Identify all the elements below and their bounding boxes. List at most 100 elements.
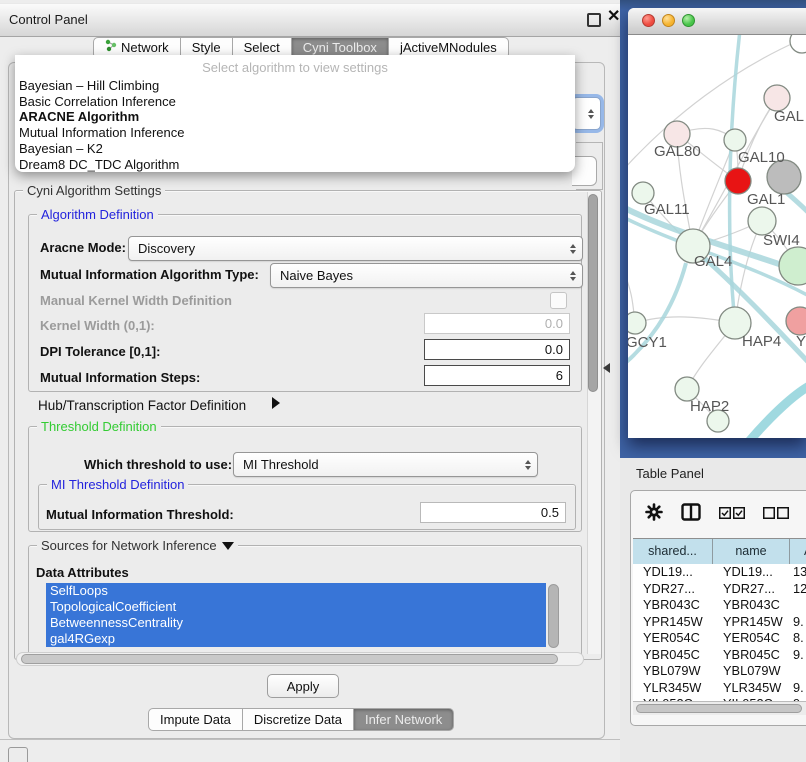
label-gal4: GAL4 bbox=[694, 253, 732, 270]
table-panel: shared... name A YDL19...YDL19...13 YDR2… bbox=[630, 490, 806, 726]
kernel-width-input[interactable] bbox=[424, 313, 570, 334]
mi-algorithm-type-label: Mutual Information Algorithm Type: bbox=[40, 267, 259, 282]
mi-algorithm-type-select[interactable]: Naive Bayes bbox=[270, 263, 583, 288]
screen: Control Panel ✕ Network Style Select Cyn… bbox=[0, 0, 806, 762]
data-attributes-label: Data Attributes bbox=[36, 565, 129, 580]
node-salmon[interactable] bbox=[786, 307, 806, 335]
close-window-button[interactable] bbox=[642, 14, 655, 27]
table-panel-title: Table Panel bbox=[636, 466, 704, 481]
label-hap2: HAP2 bbox=[690, 398, 729, 415]
spinner-arrows-icon bbox=[525, 460, 531, 470]
aracne-mode-label: Aracne Mode: bbox=[40, 240, 126, 255]
inference-algorithm-combo-fragment[interactable] bbox=[572, 97, 601, 130]
hub-definition-label: Hub/Transcription Factor Definition bbox=[38, 398, 246, 413]
table-row[interactable]: YDR27...YDR27...12 bbox=[633, 581, 806, 598]
dpi-tolerance-label: DPI Tolerance [0,1]: bbox=[40, 344, 160, 359]
table-row[interactable]: YBR045CYBR045C9. bbox=[633, 647, 806, 664]
mi-steps-input[interactable] bbox=[424, 365, 570, 386]
node-gal1[interactable] bbox=[748, 207, 776, 235]
unchecked-pair-icon[interactable] bbox=[763, 506, 789, 524]
close-icon[interactable]: ✕ bbox=[607, 6, 620, 26]
algorithm-dropdown-popup: Select algorithm to view settings Bayesi… bbox=[15, 55, 575, 172]
label-gal11: GAL11 bbox=[644, 201, 690, 218]
table-row[interactable]: YBL079WYBL079W bbox=[633, 663, 806, 680]
settings-scrollbar-thumb[interactable] bbox=[588, 194, 598, 392]
attribute-item[interactable]: TopologicalCoefficient bbox=[46, 599, 546, 615]
which-threshold-label: Which threshold to use: bbox=[84, 457, 232, 472]
network-window-titlebar[interactable] bbox=[628, 8, 806, 35]
table-row[interactable]: YLR345WYLR345W9. bbox=[633, 680, 806, 697]
bottom-tabstrip: Impute Data Discretize Data Infer Networ… bbox=[148, 708, 454, 731]
threshold-definition-title: Threshold Definition bbox=[37, 419, 161, 434]
mi-steps-label: Mutual Information Steps: bbox=[40, 370, 200, 385]
apply-button[interactable]: Apply bbox=[267, 674, 339, 698]
float-window-icon[interactable] bbox=[587, 13, 601, 27]
panel-collapse-arrow-icon[interactable] bbox=[603, 363, 610, 373]
mi-threshold-input[interactable] bbox=[420, 502, 566, 523]
node-partial-top[interactable] bbox=[790, 35, 806, 53]
column-header-shared-name[interactable]: shared... bbox=[633, 539, 713, 565]
network-canvas[interactable]: GAL GAL80 GAL10 GAL1 GAL11 GAL4 SWI4 GCY… bbox=[628, 35, 806, 438]
aracne-mode-value: Discovery bbox=[138, 241, 195, 256]
manual-kernel-width-label: Manual Kernel Width Definition bbox=[40, 293, 232, 308]
cyni-algorithm-settings-title: Cyni Algorithm Settings bbox=[23, 183, 165, 198]
tab-impute-data[interactable]: Impute Data bbox=[148, 708, 243, 731]
algorithm-option[interactable]: Mutual Information Inference bbox=[15, 125, 575, 141]
attribute-item[interactable]: BetweennessCentrality bbox=[46, 615, 546, 631]
table-header-row: shared... name A bbox=[633, 538, 806, 566]
zoom-window-button[interactable] bbox=[682, 14, 695, 27]
mi-algorithm-type-value: Naive Bayes bbox=[280, 268, 353, 283]
mi-threshold-label: Mutual Information Threshold: bbox=[46, 507, 234, 522]
algorithm-option[interactable]: Bayesian – Hill Climbing bbox=[15, 78, 575, 94]
label-gal80: GAL80 bbox=[654, 143, 701, 160]
algorithm-option[interactable]: Basic Correlation Inference bbox=[15, 94, 575, 110]
label-y-partial: Y bbox=[796, 333, 806, 350]
minimize-window-button[interactable] bbox=[662, 14, 675, 27]
tab-discretize-data[interactable]: Discretize Data bbox=[243, 708, 354, 731]
table-row[interactable]: YER054CYER054C8. bbox=[633, 630, 806, 647]
algorithm-option[interactable]: Bayesian – K2 bbox=[15, 141, 575, 157]
algorithm-option-highlighted[interactable]: ARACNE Algorithm bbox=[15, 109, 575, 125]
dpi-tolerance-input[interactable] bbox=[424, 339, 570, 360]
settings-hscrollbar-thumb[interactable] bbox=[21, 654, 558, 664]
label-gal-partial: GAL bbox=[774, 108, 804, 125]
table-row[interactable]: YPR145WYPR145W9. bbox=[633, 614, 806, 631]
algorithm-option[interactable]: Dream8 DC_TDC Algorithm bbox=[15, 157, 575, 172]
sources-title: Sources for Network Inference bbox=[37, 538, 238, 553]
network-graph: GAL GAL80 GAL10 GAL1 GAL11 GAL4 SWI4 GCY… bbox=[628, 35, 806, 438]
which-threshold-select[interactable]: MI Threshold bbox=[233, 452, 538, 477]
node-gcy1[interactable] bbox=[628, 312, 646, 334]
table-hscrollbar-thumb[interactable] bbox=[636, 704, 802, 713]
control-panel-titlebar: Control Panel bbox=[0, 3, 622, 37]
table-toolbar bbox=[631, 491, 806, 538]
aracne-mode-select[interactable]: Discovery bbox=[128, 236, 583, 261]
network-view-window: GAL GAL80 GAL10 GAL1 GAL11 GAL4 SWI4 GCY… bbox=[628, 8, 806, 438]
bottom-divider bbox=[0, 739, 620, 740]
node-gal10[interactable] bbox=[724, 129, 746, 151]
which-threshold-value: MI Threshold bbox=[243, 457, 319, 472]
data-attributes-list[interactable]: SelfLoops TopologicalCoefficient Between… bbox=[46, 583, 546, 647]
manual-kernel-width-checkbox[interactable] bbox=[550, 292, 567, 309]
table-hscrollbar-track[interactable] bbox=[633, 701, 806, 715]
split-columns-icon[interactable] bbox=[681, 503, 701, 526]
column-header-partial[interactable]: A bbox=[790, 539, 806, 565]
tab-infer-network[interactable]: Infer Network bbox=[354, 708, 454, 731]
collapse-down-icon[interactable] bbox=[222, 542, 234, 550]
spinner-arrows-icon bbox=[570, 271, 576, 281]
table-row[interactable]: YDL19...YDL19...13 bbox=[633, 564, 806, 581]
checked-pair-icon[interactable] bbox=[719, 506, 745, 524]
attribute-item[interactable]: gal4RGexp bbox=[46, 631, 546, 647]
attributes-scrollbar-thumb[interactable] bbox=[548, 584, 559, 648]
column-header-name[interactable]: name bbox=[713, 539, 790, 565]
gear-icon[interactable] bbox=[645, 503, 663, 526]
table-body[interactable]: YDL19...YDL19...13 YDR27...YDR27...12 YB… bbox=[633, 564, 806, 701]
table-row[interactable]: YBR043CYBR043C bbox=[633, 597, 806, 614]
attribute-item[interactable]: SelfLoops bbox=[46, 583, 546, 599]
label-gcy1: GCY1 bbox=[628, 334, 667, 351]
expand-right-icon[interactable] bbox=[272, 397, 280, 409]
algorithm-placeholder: Select algorithm to view settings bbox=[15, 55, 575, 78]
bottom-mini-button[interactable] bbox=[8, 747, 28, 762]
label-swi4: SWI4 bbox=[763, 232, 800, 249]
node-big-green[interactable] bbox=[779, 247, 806, 285]
kernel-width-label: Kernel Width (0,1): bbox=[40, 318, 155, 333]
